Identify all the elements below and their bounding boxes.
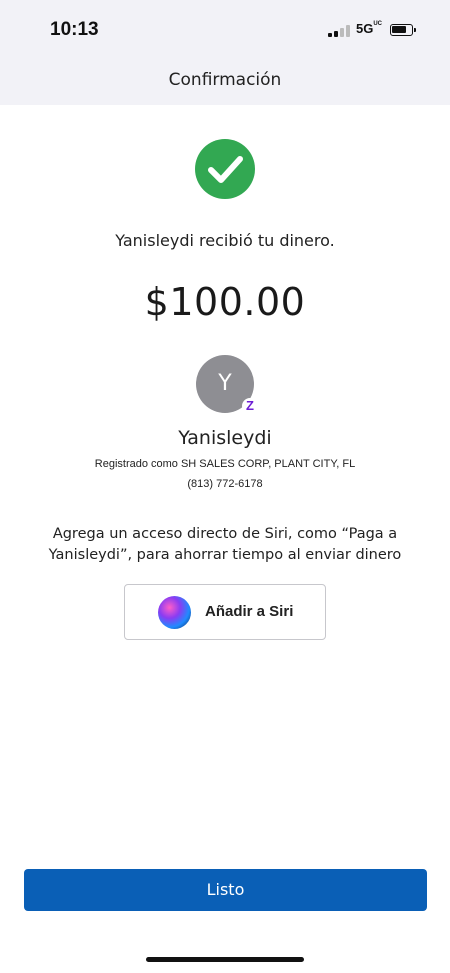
add-to-siri-label: Añadir a Siri <box>205 603 294 620</box>
done-button[interactable]: Listo <box>24 869 427 911</box>
cellular-signal-icon <box>328 25 350 37</box>
add-to-siri-button[interactable]: Añadir a Siri <box>124 584 326 640</box>
amount-sent: $100.00 <box>144 280 306 324</box>
confirmation-message: Yanisleydi recibió tu dinero. <box>115 231 335 250</box>
network-type: 5GUC <box>356 21 383 36</box>
siri-shortcut-prompt: Agrega un acceso directo de Siri, como “… <box>48 526 402 563</box>
status-time: 10:13 <box>50 19 99 40</box>
home-indicator[interactable] <box>146 957 304 962</box>
battery-icon <box>390 24 416 36</box>
recipient-name: Yanisleydi <box>178 427 272 449</box>
siri-icon <box>158 596 191 629</box>
recipient-phone: (813) 772-6178 <box>187 478 263 490</box>
navigation-bar: Confirmación <box>0 60 450 105</box>
checkmark-icon <box>195 139 255 199</box>
recipient-registration: Registrado como SH SALES CORP, PLANT CIT… <box>94 458 356 470</box>
page-title: Confirmación <box>168 70 282 90</box>
status-bar: 10:13 5GUC <box>0 0 450 60</box>
zelle-icon: Z <box>242 398 258 414</box>
